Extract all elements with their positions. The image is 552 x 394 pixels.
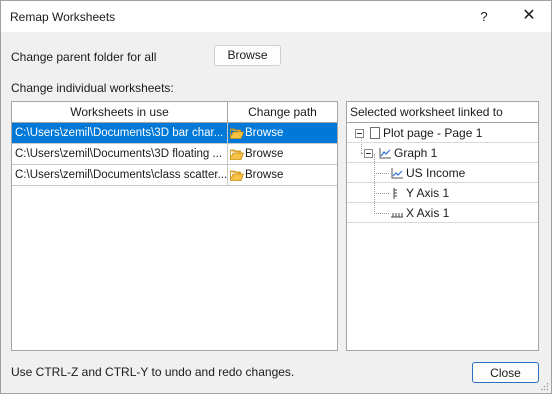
tree-node-x-axis[interactable]: X Axis 1 (391, 203, 449, 223)
browse-link[interactable]: Browse (245, 123, 283, 143)
collapse-icon[interactable] (364, 148, 373, 158)
column-header-worksheets[interactable]: Worksheets in use (12, 102, 228, 122)
tree-row[interactable]: Plot page - Page 1 (347, 123, 538, 143)
tree-node-label: Graph 1 (394, 146, 438, 160)
folder-icon (230, 128, 244, 139)
folder-icon (230, 170, 244, 181)
linked-tree-panel: Selected worksheet linked to Plot page -… (346, 101, 539, 351)
table-row[interactable]: C:\Users\zemil\Documents\3D bar char... … (12, 123, 337, 144)
worksheet-path-cell[interactable]: C:\Users\zemil\Documents\class scatter..… (12, 165, 228, 185)
browse-link[interactable]: Browse (245, 165, 283, 185)
undo-redo-hint: Use CTRL-Z and CTRL-Y to undo and redo c… (11, 365, 295, 379)
browse-parent-folder-button[interactable]: Browse (214, 45, 281, 66)
worksheet-path-cell[interactable]: C:\Users\zemil\Documents\3D floating ... (12, 144, 228, 164)
tree-row[interactable]: Graph 1 (347, 143, 538, 163)
worksheet-path-cell[interactable]: C:\Users\zemil\Documents\3D bar char... (12, 123, 228, 143)
x-axis-icon (391, 212, 403, 217)
title-bar: Remap Worksheets ? ✕ (1, 1, 551, 32)
grid-header: Worksheets in use Change path (12, 102, 337, 123)
close-button[interactable]: Close (472, 362, 539, 383)
tree-row[interactable]: X Axis 1 (347, 203, 538, 223)
tree-row[interactable]: US Income (347, 163, 538, 183)
window-close-button[interactable]: ✕ (507, 1, 551, 32)
parent-folder-label: Change parent folder for all (11, 50, 157, 64)
tree-node-us-income[interactable]: US Income (391, 163, 465, 183)
tree-node-label: US Income (406, 166, 466, 180)
resize-grip-icon[interactable] (541, 383, 549, 391)
graph-icon (379, 147, 391, 158)
collapse-icon[interactable] (355, 128, 364, 138)
tree-header: Selected worksheet linked to (347, 102, 538, 123)
tree-node-label: Plot page - Page 1 (383, 126, 483, 140)
y-axis-icon (393, 187, 397, 199)
tree-node-label: Y Axis 1 (406, 186, 450, 200)
window-title: Remap Worksheets (10, 10, 116, 24)
tree-row[interactable]: Y Axis 1 (347, 183, 538, 203)
remap-worksheets-dialog: Remap Worksheets ? ✕ Change parent folde… (0, 0, 552, 394)
tree-node-label: X Axis 1 (406, 206, 450, 220)
browse-link[interactable]: Browse (245, 144, 283, 164)
change-path-cell[interactable]: Browse (228, 123, 337, 143)
folder-icon (230, 149, 244, 160)
column-header-change-path[interactable]: Change path (228, 102, 337, 122)
individual-worksheets-label: Change individual worksheets: (11, 81, 174, 95)
tree-node-y-axis[interactable]: Y Axis 1 (391, 183, 449, 203)
change-path-cell[interactable]: Browse (228, 165, 337, 185)
table-row[interactable]: C:\Users\zemil\Documents\3D floating ...… (12, 144, 337, 165)
change-path-cell[interactable]: Browse (228, 144, 337, 164)
tree-node-plot-page[interactable]: Plot page - Page 1 (355, 123, 482, 143)
line-plot-icon (391, 167, 403, 178)
help-button[interactable]: ? (467, 1, 501, 32)
tree-node-graph[interactable]: Graph 1 (364, 143, 437, 163)
worksheets-grid: Worksheets in use Change path C:\Users\z… (11, 101, 338, 351)
page-icon (370, 127, 380, 139)
table-row[interactable]: C:\Users\zemil\Documents\class scatter..… (12, 165, 337, 186)
